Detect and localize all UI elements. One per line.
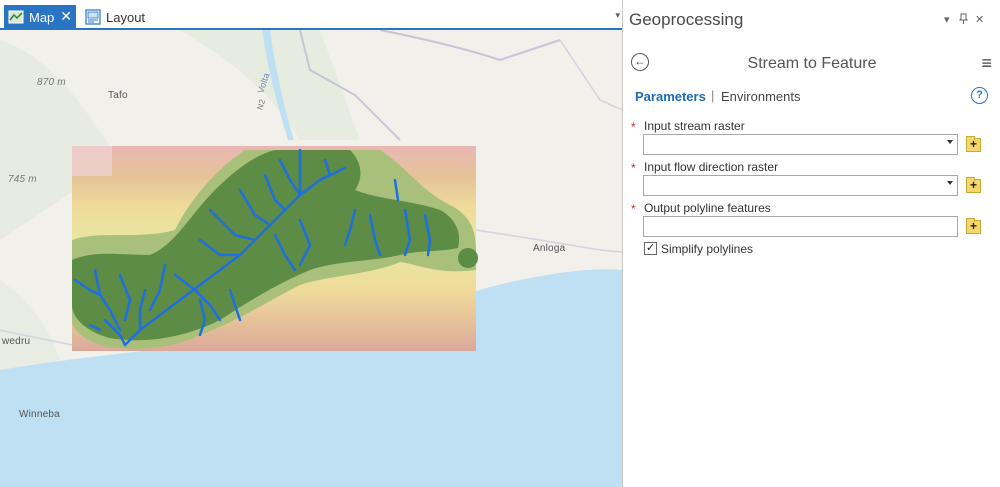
map-icon	[8, 9, 24, 25]
tab-menu-arrow-icon[interactable]: ▾	[615, 10, 620, 21]
map-canvas[interactable]: Tafo Anloga Winneba wedru 870 m 745 m Vo…	[0, 29, 622, 487]
required-marker: *	[631, 120, 636, 134]
basemap	[0, 29, 622, 487]
required-marker: *	[631, 202, 636, 216]
elevation-label: 870 m	[37, 77, 66, 88]
close-icon[interactable]: ✕	[975, 13, 984, 26]
elevation-label: 745 m	[8, 174, 37, 185]
browse-folder-icon[interactable]: +	[966, 218, 981, 234]
pin-icon[interactable]	[958, 13, 969, 27]
view-tab-bar: Map ✕ Layout ▾	[0, 0, 622, 30]
pane-title: Geoprocessing	[629, 10, 744, 29]
map-view: Map ✕ Layout ▾ Tafo Anloga Winneba wedru…	[0, 0, 622, 487]
chevron-down-icon	[947, 140, 953, 144]
param-label-output-polyline-features: Output polyline features	[644, 201, 771, 215]
pane-options-arrow-icon[interactable]: ▾	[944, 13, 950, 26]
tab-map[interactable]: Map ✕	[4, 5, 76, 29]
tab-layout-label: Layout	[106, 9, 146, 25]
tab-parameters[interactable]: Parameters	[635, 89, 706, 104]
place-label-wedru: wedru	[2, 336, 31, 347]
param-label-input-stream-raster: Input stream raster	[644, 119, 745, 133]
required-marker: *	[631, 161, 636, 175]
tab-layout[interactable]: Layout	[82, 5, 202, 29]
browse-folder-icon[interactable]: +	[966, 136, 981, 152]
tab-separator: |	[711, 88, 715, 103]
tool-title: Stream to Feature	[747, 55, 877, 72]
layout-icon	[85, 9, 101, 25]
input-flow-direction-raster-dropdown[interactable]	[643, 175, 958, 196]
browse-folder-icon[interactable]: +	[966, 177, 981, 193]
chevron-down-icon	[947, 181, 953, 185]
close-icon[interactable]: ✕	[60, 8, 72, 25]
place-label-winneba: Winneba	[19, 409, 60, 420]
pane-header: Geoprocessing ▾ ✕	[623, 0, 1000, 42]
simplify-polylines-label: Simplify polylines	[661, 242, 754, 256]
help-icon[interactable]: ?	[971, 87, 988, 104]
place-label-anloga: Anloga	[533, 243, 566, 254]
geoprocessing-pane: Geoprocessing ▾ ✕ ← Stream to Feature ≡ …	[622, 0, 1000, 487]
menu-icon[interactable]: ≡	[981, 53, 992, 74]
param-label-input-flow-direction-raster: Input flow direction raster	[644, 160, 779, 174]
tab-map-label: Map	[29, 9, 55, 25]
input-stream-raster-dropdown[interactable]	[643, 134, 958, 155]
tab-environments[interactable]: Environments	[721, 89, 800, 104]
simplify-polylines-checkbox[interactable]: ✓	[644, 242, 657, 255]
place-label-tafo: Tafo	[108, 90, 128, 101]
output-polyline-features-input[interactable]	[643, 216, 958, 237]
